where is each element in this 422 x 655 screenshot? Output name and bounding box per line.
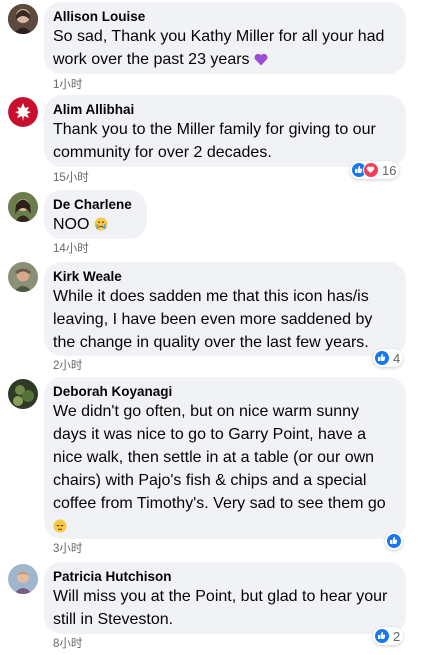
reaction-count: 16 <box>382 162 397 178</box>
reaction-summary[interactable]: 2 <box>373 627 404 645</box>
reaction-count: 4 <box>393 350 401 366</box>
reaction-summary[interactable]: 16 <box>350 161 400 179</box>
comment-text: So sad, Thank you Kathy Miller for all y… <box>53 25 394 73</box>
like-reaction-icon <box>386 533 402 549</box>
comment-bubble: Allison Louise So sad, Thank you Kathy M… <box>44 2 406 74</box>
comment-text: NOO <box>53 213 135 238</box>
avatar[interactable] <box>8 379 38 409</box>
reaction-summary[interactable] <box>385 532 403 550</box>
comment-timestamp[interactable]: 1小时 <box>53 78 82 92</box>
comment-bubble: Alim Allibhai Thank you to the Miller fa… <box>44 95 406 167</box>
avatar[interactable] <box>8 262 38 292</box>
avatar[interactable] <box>8 192 38 222</box>
comment-timestamp[interactable]: 3小时 <box>53 542 82 556</box>
commenter-name[interactable]: Deborah Koyanagi <box>53 383 394 400</box>
comment-bubble: De Charlene NOO <box>44 190 147 239</box>
commenter-name[interactable]: Allison Louise <box>53 8 394 25</box>
comment-timestamp[interactable]: 15小时 <box>53 171 89 185</box>
avatar[interactable] <box>8 4 38 34</box>
comment-timestamp[interactable]: 14小时 <box>53 242 89 256</box>
comment-text: Will miss you at the Point, but glad to … <box>53 588 388 628</box>
comment-text: Thank you to the Miller family for givin… <box>53 121 376 161</box>
comment-bubble: Deborah Koyanagi We didn't go often, but… <box>44 377 406 539</box>
comment-text: While it does sadden me that this icon h… <box>53 288 373 351</box>
purple-heart-icon <box>254 50 268 73</box>
love-reaction-icon <box>363 162 379 178</box>
pensive-face-icon <box>53 517 67 540</box>
comment-bubble: Kirk Weale While it does sadden me that … <box>44 262 406 356</box>
like-reaction-icon <box>374 350 390 366</box>
avatar[interactable] <box>8 97 38 127</box>
reaction-summary[interactable]: 4 <box>373 349 404 367</box>
comment-timestamp[interactable]: 8小时 <box>53 637 82 651</box>
avatar[interactable] <box>8 564 38 594</box>
like-reaction-icon <box>374 628 390 644</box>
commenter-name[interactable]: Patricia Hutchison <box>53 568 394 585</box>
comment-bubble: Patricia Hutchison Will miss you at the … <box>44 562 406 634</box>
comment-text: We didn't go often, but on nice warm sun… <box>53 400 394 540</box>
reaction-count: 2 <box>393 628 401 644</box>
commenter-name[interactable]: Alim Allibhai <box>53 101 394 118</box>
commenter-name[interactable]: De Charlene <box>53 196 135 213</box>
commenter-name[interactable]: Kirk Weale <box>53 268 394 285</box>
crying-face-icon <box>94 215 108 238</box>
comment-timestamp[interactable]: 2小时 <box>53 359 82 373</box>
